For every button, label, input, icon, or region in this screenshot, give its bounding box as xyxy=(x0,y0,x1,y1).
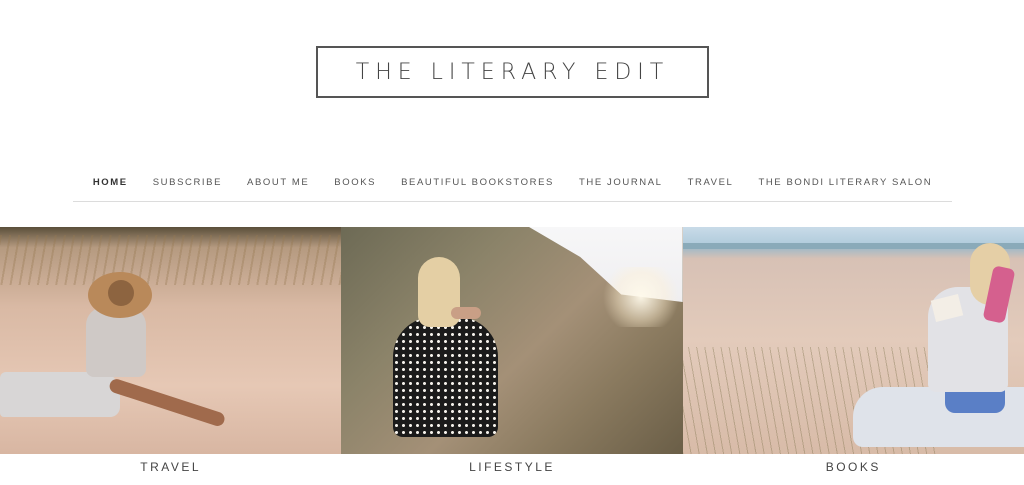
category-tile-books[interactable]: BOOKS xyxy=(682,227,1024,485)
nav-travel[interactable]: TRAVEL xyxy=(675,177,746,188)
nav-beautiful-bookstores[interactable]: BEAUTIFUL BOOKSTORES xyxy=(389,177,567,188)
tile-caption-travel[interactable]: TRAVEL xyxy=(0,460,341,474)
tile-caption-books[interactable]: BOOKS xyxy=(683,460,1024,474)
nav-the-journal[interactable]: THE JOURNAL xyxy=(566,177,675,188)
nav-divider xyxy=(73,201,952,202)
nav-about-me[interactable]: ABOUT ME xyxy=(235,177,322,188)
nav-subscribe[interactable]: SUBSCRIBE xyxy=(140,177,234,188)
books-photo[interactable] xyxy=(682,227,1024,454)
site-logo[interactable]: THE LITERARY EDIT xyxy=(316,46,709,98)
site-title: THE LITERARY EDIT xyxy=(355,59,670,85)
category-tiles: TRAVEL LIFESTYLE BOOKS xyxy=(0,227,1024,485)
main-nav: HOME SUBSCRIBE ABOUT ME BOOKS BEAUTIFUL … xyxy=(73,170,952,194)
travel-photo[interactable] xyxy=(0,227,342,454)
nav-bondi-literary-salon[interactable]: THE BONDI LITERARY SALON xyxy=(746,177,945,188)
category-tile-lifestyle[interactable]: LIFESTYLE xyxy=(341,227,683,485)
lifestyle-photo[interactable] xyxy=(341,227,683,454)
nav-books[interactable]: BOOKS xyxy=(322,177,389,188)
tile-caption-lifestyle[interactable]: LIFESTYLE xyxy=(341,460,682,474)
nav-home[interactable]: HOME xyxy=(80,177,140,188)
category-tile-travel[interactable]: TRAVEL xyxy=(0,227,342,485)
